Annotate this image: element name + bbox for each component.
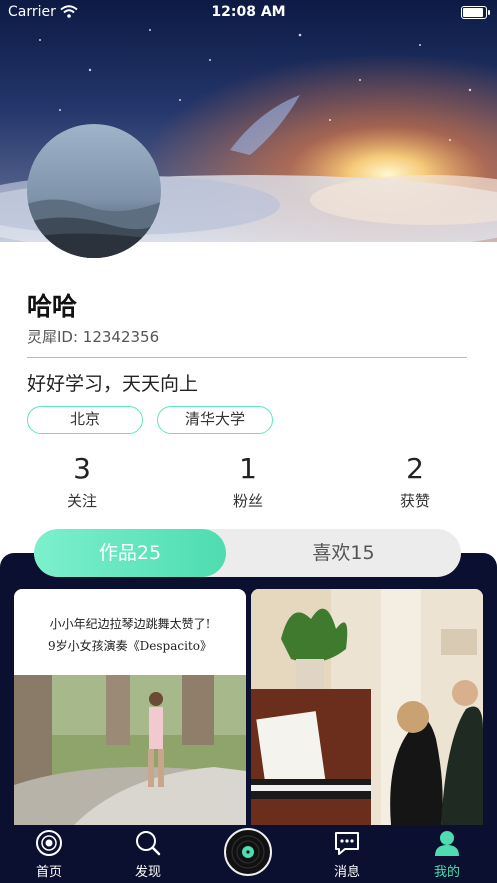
avatar[interactable] — [27, 124, 161, 258]
status-time: 12:08 AM — [211, 4, 286, 20]
profile-icon — [433, 829, 461, 857]
video-card[interactable] — [251, 589, 483, 825]
stat-following-count: 3 — [73, 452, 91, 485]
tab-works[interactable]: 作品25 — [34, 529, 226, 577]
tab-discover[interactable]: 发现 — [113, 829, 183, 880]
video-caption-line2: 9岁小女孩演奏《Despacito》 — [48, 639, 212, 653]
user-name: 哈哈 — [27, 292, 78, 321]
battery-icon — [461, 6, 490, 19]
user-id: 灵犀ID: 12342356 — [27, 328, 160, 346]
tab-discover-label: 发现 — [134, 865, 161, 880]
video-thumbnail — [14, 675, 246, 825]
tab-me-label: 我的 — [433, 865, 460, 880]
tab-messages-label: 消息 — [333, 865, 360, 880]
tab-home[interactable]: 首页 — [14, 829, 84, 880]
user-bio: 好好学习，天天向上 — [27, 373, 199, 395]
stat-following[interactable]: 3 关注 — [37, 452, 127, 511]
stat-following-label: 关注 — [66, 492, 97, 510]
content-tabs: 作品25 喜欢15 — [34, 529, 461, 577]
stat-followers-label: 粉丝 — [232, 492, 263, 510]
message-icon — [333, 829, 361, 857]
tab-home-label: 首页 — [35, 865, 62, 880]
stat-likes-count: 2 — [406, 452, 424, 485]
school-tag: 清华大学 — [157, 406, 273, 434]
location-tag: 北京 — [27, 406, 143, 434]
tab-messages[interactable]: 消息 — [312, 829, 382, 880]
stat-likes-received[interactable]: 2 获赞 — [370, 452, 460, 511]
video-caption-line1: 小小年纪边拉琴边跳舞太赞了! — [49, 617, 211, 631]
divider — [27, 357, 467, 358]
vinyl-disc-icon[interactable] — [224, 828, 272, 876]
search-icon — [134, 829, 162, 857]
status-bar: Carrier 12:08 AM — [0, 0, 497, 26]
stat-followers[interactable]: 1 粉丝 — [203, 452, 293, 511]
video-thumbnail — [251, 589, 483, 825]
stat-followers-count: 1 — [239, 452, 257, 485]
home-record-icon — [35, 829, 63, 857]
video-card[interactable]: 小小年纪边拉琴边跳舞太赞了! 9岁小女孩演奏《Despacito》 — [14, 589, 246, 825]
tab-me[interactable]: 我的 — [412, 829, 482, 880]
tab-likes[interactable]: 喜欢15 — [226, 529, 461, 577]
stat-likes-label: 获赞 — [399, 492, 430, 510]
